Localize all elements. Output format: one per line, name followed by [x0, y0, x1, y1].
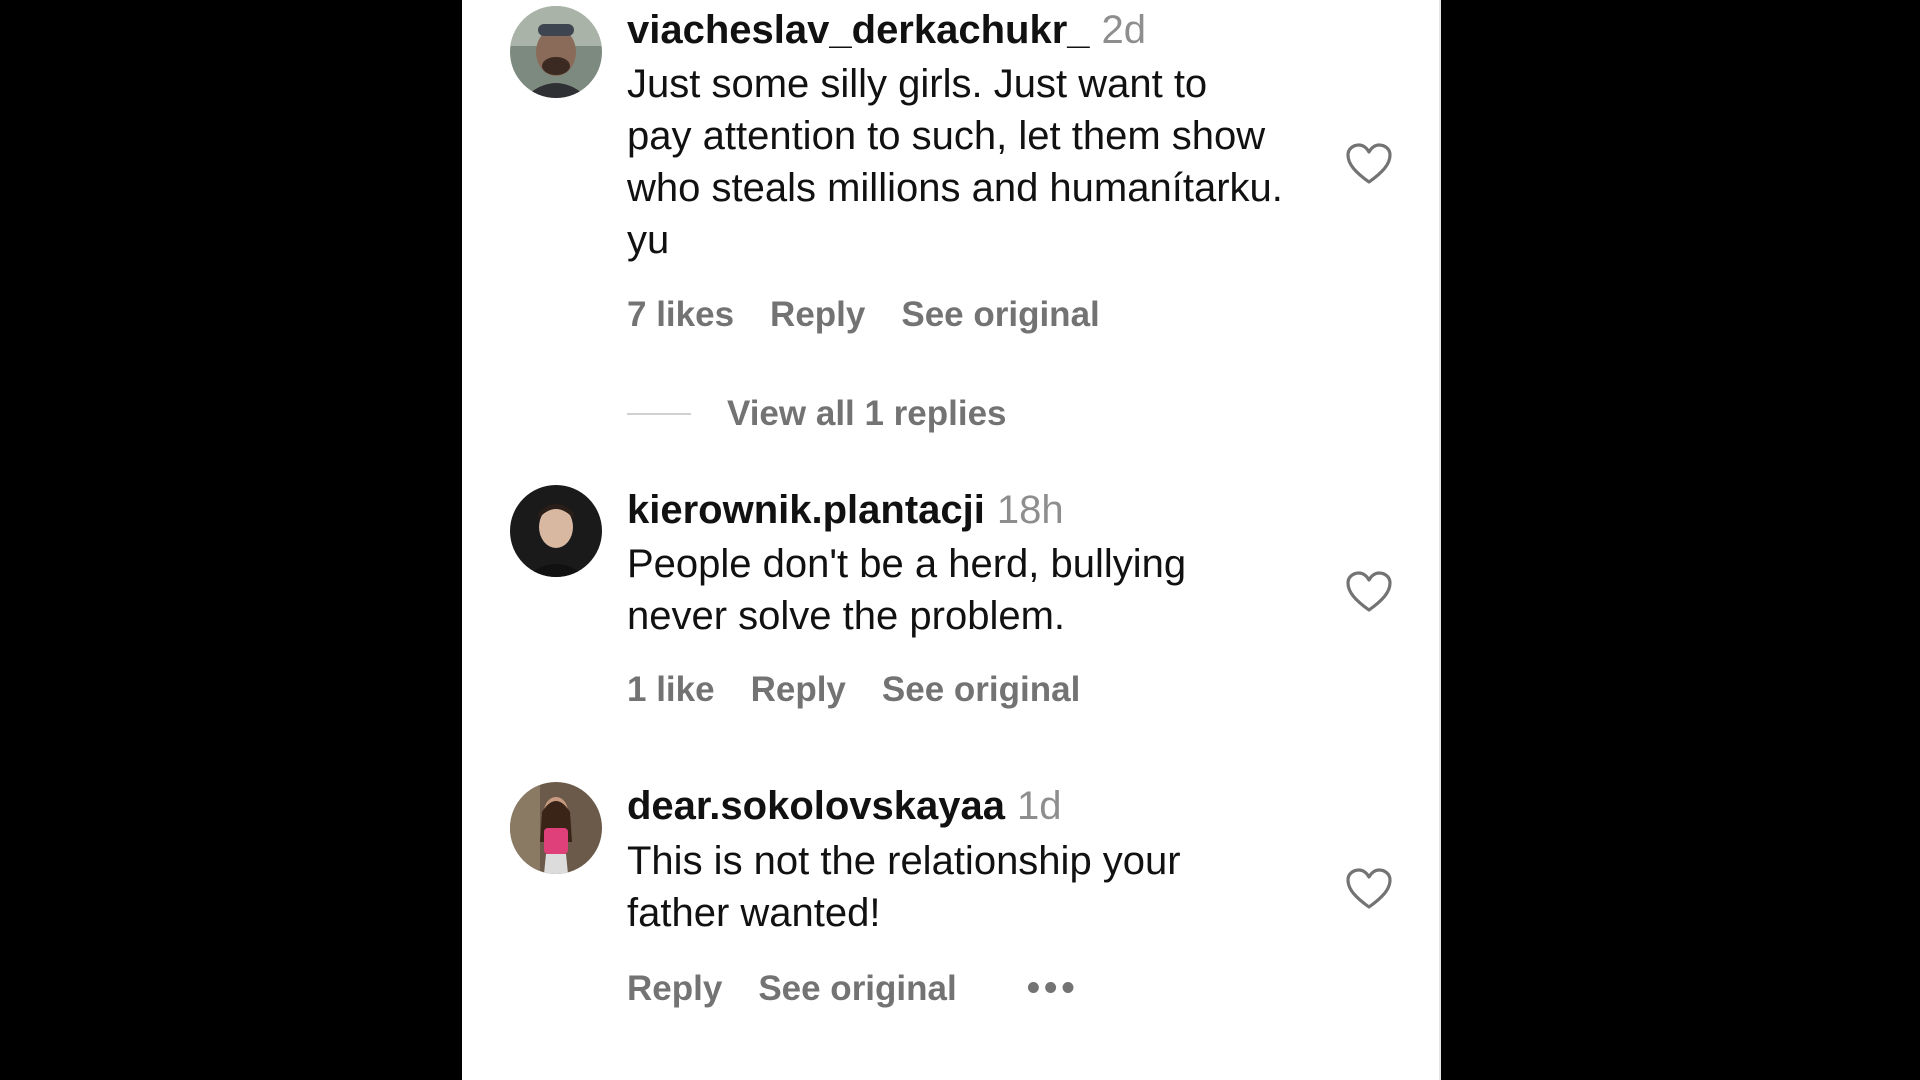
- more-options-icon[interactable]: •••: [1027, 967, 1079, 1010]
- comment-text-line: who steals millions and humanítarku.: [627, 166, 1283, 210]
- view-replies-button[interactable]: View all 1 replies: [627, 394, 1007, 434]
- comment-text: People don't be a herd, bullying never s…: [627, 538, 1347, 642]
- comment-text-line: father wanted!: [627, 891, 881, 935]
- reply-button[interactable]: Reply: [770, 295, 865, 335]
- heart-icon[interactable]: [1345, 142, 1393, 186]
- comment-actions: Reply See original •••: [627, 967, 1079, 1010]
- likes-count[interactable]: 7 likes: [627, 295, 734, 335]
- comment-time: 2d: [1101, 8, 1147, 52]
- see-original-button[interactable]: See original: [882, 670, 1080, 710]
- reply-button[interactable]: Reply: [627, 969, 722, 1009]
- comment-actions: 1 like Reply See original: [627, 670, 1080, 710]
- see-original-button[interactable]: See original: [901, 295, 1099, 335]
- comment-time: 18h: [996, 488, 1064, 532]
- comment-username[interactable]: viacheslav_derkachukr_ 2d: [627, 8, 1146, 53]
- reply-button[interactable]: Reply: [751, 670, 846, 710]
- comment-text-line: This is not the relationship your: [627, 839, 1181, 883]
- comment-text: Just some silly girls. Just want to pay …: [627, 58, 1347, 266]
- heart-icon[interactable]: [1345, 867, 1393, 911]
- replies-divider: [627, 413, 691, 415]
- likes-count[interactable]: 1 like: [627, 670, 715, 710]
- heart-icon[interactable]: [1345, 570, 1393, 614]
- comment-actions: 7 likes Reply See original: [627, 295, 1100, 335]
- comment-text-line: pay attention to such, let them show: [627, 114, 1266, 158]
- view-replies-label: View all 1 replies: [727, 394, 1007, 433]
- comment-text: This is not the relationship your father…: [627, 835, 1347, 939]
- comment-text-line: People don't be a herd, bullying: [627, 542, 1187, 586]
- avatar[interactable]: [510, 782, 602, 874]
- comment-text-line: yu: [627, 218, 670, 262]
- comment-username[interactable]: kierownik.plantacji 18h: [627, 488, 1064, 533]
- avatar[interactable]: [510, 6, 602, 98]
- comments-panel: viacheslav_derkachukr_ 2d Just some silly…: [462, 0, 1439, 1080]
- comment-text-line: Just some silly girls. Just want to: [627, 62, 1208, 106]
- comment-time: 1d: [1017, 784, 1062, 828]
- see-original-button[interactable]: See original: [758, 969, 956, 1009]
- avatar[interactable]: [510, 485, 602, 577]
- comment-username[interactable]: dear.sokolovskayaa 1d: [627, 784, 1062, 829]
- panel-divider: [1439, 0, 1441, 1080]
- comment-text-line: never solve the problem.: [627, 594, 1066, 638]
